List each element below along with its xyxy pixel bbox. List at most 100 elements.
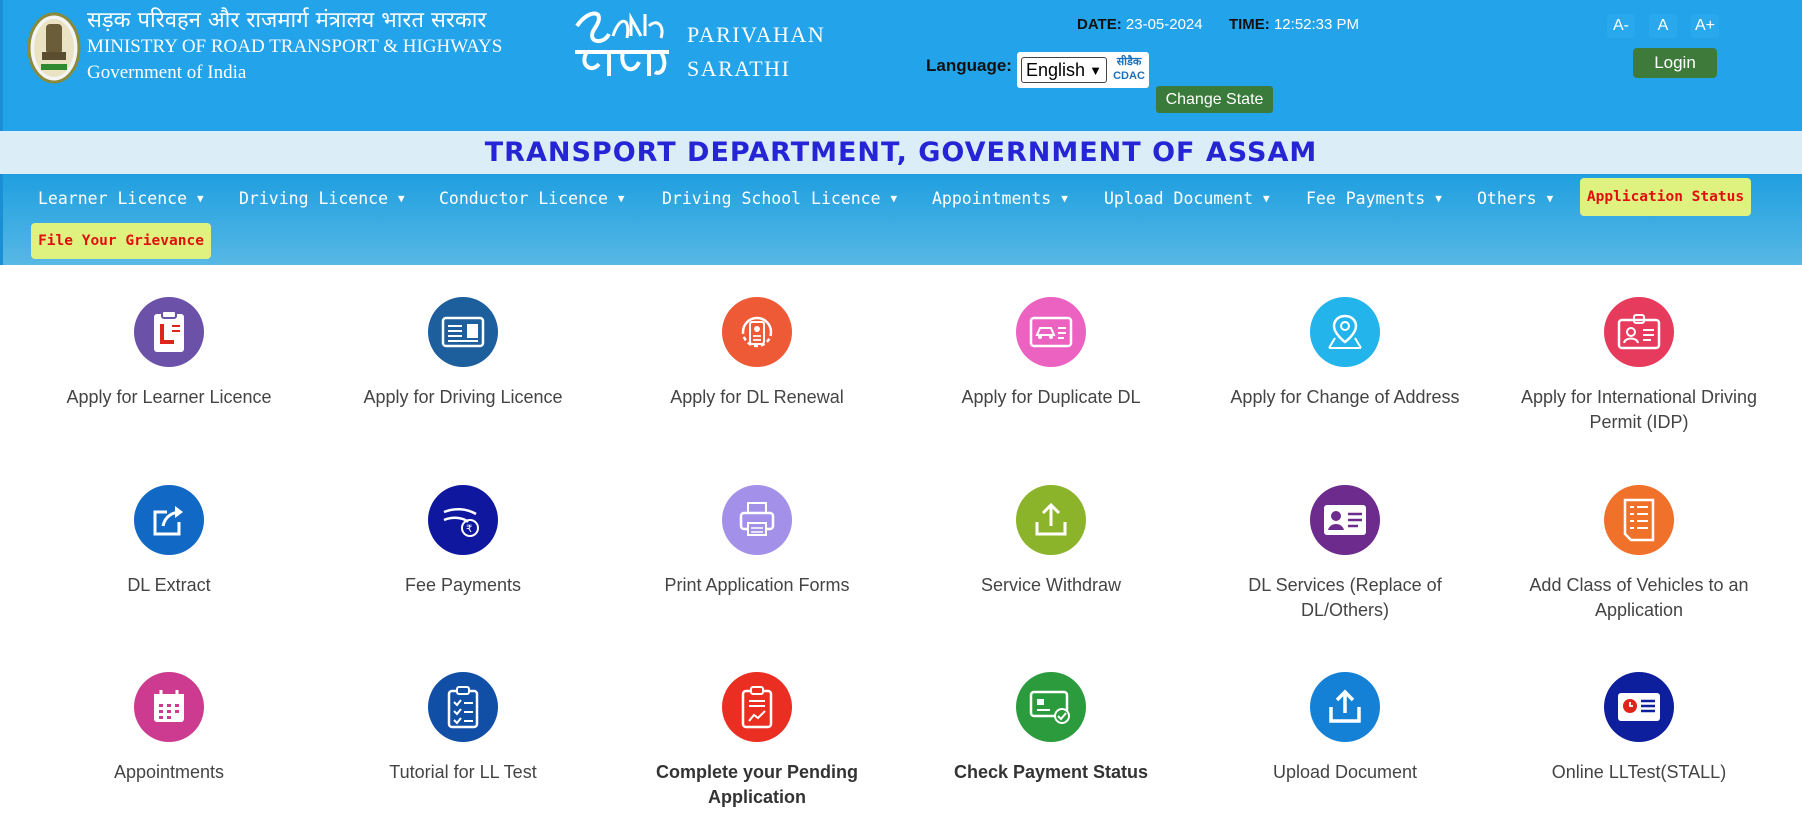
font-size-controls: A- A A+ (1607, 14, 1719, 38)
font-decrease-button[interactable]: A- (1607, 14, 1635, 38)
national-emblem-icon (27, 12, 81, 84)
tile-apply-learner-licence[interactable]: Apply for Learner Licence (29, 297, 309, 410)
site-header: सड़क परिवहन और राजमार्ग मंत्रालय भारत सर… (0, 0, 1802, 131)
tile-label: Apply for Change of Address (1230, 387, 1460, 407)
file-grievance-link[interactable]: File Your Grievance (31, 223, 211, 259)
tile-service-withdraw[interactable]: Service Withdraw (911, 485, 1191, 598)
upload-tray-icon (1016, 485, 1086, 555)
map-pin-icon (1310, 297, 1380, 367)
language-label: Language: (926, 56, 1012, 75)
chevron-down-icon: ▼ (1089, 62, 1102, 78)
tile-change-address[interactable]: Apply for Change of Address (1205, 297, 1485, 410)
tile-label: Upload Document (1272, 762, 1418, 782)
nav-label: Upload Document (1104, 188, 1254, 208)
nav-label: Learner Licence (38, 188, 188, 208)
checklist-icon (428, 672, 498, 742)
caret-down-icon: ▼ (890, 191, 898, 205)
language-selected: English (1026, 59, 1086, 80)
brand-line-1: PARIVAHAN (687, 22, 826, 47)
rupee-hand-icon: ₹ (428, 485, 498, 555)
tile-label: Apply for Learner Licence (66, 387, 272, 407)
nav-learner-licence[interactable]: Learner Licence ▼ (38, 183, 204, 213)
nav-driving-school-licence[interactable]: Driving School Licence ▼ (662, 183, 897, 213)
tile-dl-services[interactable]: DL Services (Replace of DL/Others) (1205, 485, 1485, 623)
printer-icon (722, 485, 792, 555)
font-normal-button[interactable]: A (1649, 14, 1677, 38)
brand-text: PARIVAHAN SARATHI (687, 18, 825, 86)
department-band: TRANSPORT DEPARTMENT, GOVERNMENT OF ASSA… (0, 131, 1802, 174)
nav-appointments[interactable]: Appointments ▼ (932, 183, 1068, 213)
tile-print-forms[interactable]: Print Application Forms (617, 485, 897, 598)
font-increase-button[interactable]: A+ (1691, 14, 1719, 38)
caret-down-icon: ▼ (398, 191, 405, 205)
report-icon (722, 672, 792, 742)
tile-ll-tutorial[interactable]: Tutorial for LL Test (323, 672, 603, 785)
tile-upload-document[interactable]: Upload Document (1205, 672, 1485, 785)
tile-fee-payments[interactable]: ₹ Fee Payments (323, 485, 603, 598)
tile-add-vehicle-class[interactable]: Add Class of Vehicles to an Application (1499, 485, 1779, 623)
tile-label: Print Application Forms (664, 575, 850, 595)
tile-label: Tutorial for LL Test (389, 762, 537, 782)
payment-card-icon (1016, 672, 1086, 742)
nav-conductor-licence[interactable]: Conductor Licence ▼ (439, 183, 625, 213)
nav-others[interactable]: Others ▼ (1477, 183, 1553, 213)
application-status-link[interactable]: Application Status (1580, 178, 1751, 216)
ministry-block: सड़क परिवहन और राजमार्ग मंत्रालय भारत सर… (87, 8, 502, 86)
tile-label: DL Extract (127, 575, 211, 595)
share-icon (134, 485, 204, 555)
nav-label: Fee Payments (1306, 188, 1426, 208)
caret-down-icon: ▼ (1061, 191, 1068, 205)
tile-label: Apply for Driving Licence (363, 387, 563, 407)
nav-label: Driving School Licence (662, 188, 881, 208)
caret-down-icon: ▼ (1263, 191, 1270, 205)
caret-down-icon: ▼ (1435, 191, 1442, 205)
date-time: DATE: 23-05-2024 TIME: 12:52:33 PM (1077, 16, 1359, 33)
tile-label: Service Withdraw (980, 575, 1122, 595)
login-button[interactable]: Login (1633, 48, 1717, 78)
caret-down-icon: ▼ (617, 191, 625, 205)
driving-licence-icon (428, 297, 498, 367)
tile-online-ll-test[interactable]: Online LLTest(STALL) (1499, 672, 1779, 785)
svg-text:₹: ₹ (466, 524, 472, 535)
tile-label: Add Class of Vehicles to an Application (1529, 575, 1749, 620)
sarathi-logo-icon (575, 11, 669, 76)
tile-apply-driving-licence[interactable]: Apply for Driving Licence (323, 297, 603, 410)
tile-label: DL Services (Replace of DL/Others) (1248, 575, 1442, 620)
language-select[interactable]: English ▼ (1021, 57, 1107, 83)
date-value: 23-05-2024 (1125, 16, 1203, 33)
clock-card-icon (1604, 672, 1674, 742)
upload-box-icon (1310, 672, 1380, 742)
department-title: TRANSPORT DEPARTMENT, GOVERNMENT OF ASSA… (484, 137, 1318, 168)
duplicate-dl-icon (1016, 297, 1086, 367)
tile-label: Apply for Duplicate DL (961, 387, 1141, 407)
tile-dl-extract[interactable]: DL Extract (29, 485, 309, 598)
nav-label: Others (1477, 188, 1537, 208)
tile-label: Complete your Pending Application (655, 762, 859, 807)
change-state-button[interactable]: Change State (1156, 86, 1273, 113)
calendar-icon (134, 672, 204, 742)
nav-upload-document[interactable]: Upload Document ▼ (1104, 183, 1270, 213)
government-of-india: Government of India (87, 62, 247, 83)
caret-down-icon: ▼ (197, 191, 204, 205)
dl-renewal-icon (722, 297, 792, 367)
tile-duplicate-dl[interactable]: Apply for Duplicate DL (911, 297, 1191, 410)
tile-label: Online LLTest(STALL) (1551, 762, 1727, 782)
main-nav: Learner Licence ▼ Driving Licence ▼ Conduc… (0, 174, 1802, 265)
tile-appointments[interactable]: Appointments (29, 672, 309, 785)
tile-label: Apply for International Driving Permit (… (1520, 387, 1758, 432)
time-value: 12:52:33 PM (1273, 16, 1360, 33)
tile-international-permit[interactable]: Apply for International Driving Permit (… (1499, 297, 1779, 435)
cdac-english: CDAC (1113, 70, 1145, 82)
id-card-icon (1310, 485, 1380, 555)
tile-pending-application[interactable]: Complete your Pending Application (617, 672, 897, 810)
time-label: TIME: (1228, 16, 1270, 33)
nav-label: Appointments (932, 188, 1052, 208)
tile-check-payment-status[interactable]: Check Payment Status (911, 672, 1191, 785)
nav-driving-licence[interactable]: Driving Licence ▼ (239, 183, 405, 213)
tile-dl-renewal[interactable]: Apply for DL Renewal (617, 297, 897, 410)
ministry-english: MINISTRY OF ROAD TRANSPORT & HIGHWAYS (87, 36, 503, 57)
document-list-icon (1604, 485, 1674, 555)
nav-label: Conductor Licence (439, 188, 608, 208)
nav-fee-payments[interactable]: Fee Payments ▼ (1306, 183, 1442, 213)
caret-down-icon: ▼ (1546, 191, 1554, 205)
